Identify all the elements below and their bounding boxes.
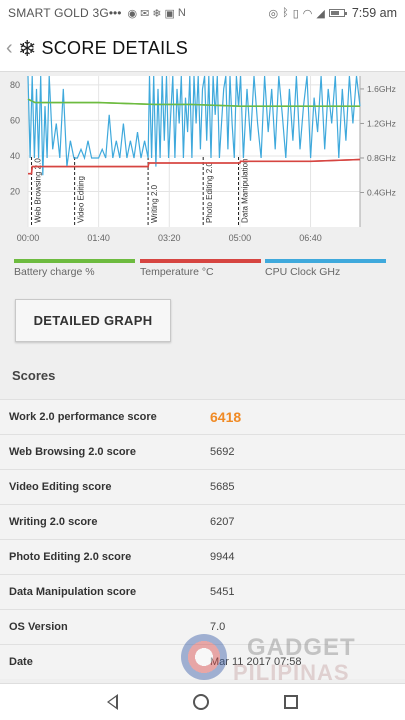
section-marker-label: Video Editing	[77, 176, 86, 223]
page-title: SCORE DETAILS	[41, 38, 189, 58]
y-right-tick-label: 1.6GHz	[367, 84, 396, 94]
watermark-logo	[181, 634, 227, 680]
nav-home-icon[interactable]	[192, 694, 209, 710]
y-right-tick-label: 1.2GHz	[367, 118, 396, 128]
performance-graph[interactable]: 00:00 01:40 03:20 05:00 06:40 80 60 40 20 1.6GHz 1…	[0, 72, 405, 252]
score-label: Data Manipulation score	[9, 586, 137, 598]
y-right-tick-label: 0.4GHz	[367, 187, 396, 197]
scores-heading: Scores	[12, 368, 56, 383]
watermark: GADGET PILIPINAS	[181, 632, 371, 687]
score-value: 5692	[210, 446, 235, 458]
legend-item-cpu: CPU Clock GHz	[265, 259, 386, 278]
section-marker-label: Web Browsing 2.0	[34, 158, 43, 223]
score-row-photo-editing: Photo Editing 2.0 score 9944	[0, 539, 405, 574]
score-value: 6207	[210, 516, 235, 528]
legend-swatch-cpu	[265, 259, 386, 263]
carrier-dots: •••	[108, 6, 122, 20]
score-label: Date	[9, 656, 33, 668]
legend-label-cpu: CPU Clock GHz	[265, 266, 341, 278]
snowflake-icon: ❄	[152, 7, 162, 20]
score-value: 6418	[210, 409, 242, 425]
watermark-line1: GADGET	[247, 634, 356, 661]
x-tick-label: 05:00	[229, 233, 252, 243]
wifi-icon: ◠	[302, 7, 313, 20]
system-icons: ◎ ᛒ ▯ ◠ ◢ 7:59 am	[268, 6, 397, 20]
notification-icons: ◉ ✉ ❄ ▣ N	[127, 7, 185, 20]
section-marker-label: Data Manipulation	[241, 159, 250, 223]
score-row-video-editing: Video Editing score 5685	[0, 469, 405, 504]
legend-swatch-temperature	[140, 259, 261, 263]
app-bar: ‹ ❄ SCORE DETAILS	[0, 26, 405, 72]
battery-icon	[328, 9, 347, 17]
signal-icon: ◢	[316, 7, 325, 20]
x-tick-label: 01:40	[87, 233, 110, 243]
score-label: Photo Editing 2.0 score	[9, 551, 132, 563]
carrier-name: SMART GOLD 3G	[8, 6, 109, 20]
score-label: Web Browsing 2.0 score	[9, 446, 136, 458]
y-left-tick-label: 60	[10, 115, 20, 125]
score-row-data-manipulation: Data Manipulation score 5451	[0, 574, 405, 609]
clock: 7:59 am	[351, 6, 397, 20]
image-icon: ▣	[164, 7, 175, 20]
legend-label-battery: Battery charge %	[14, 266, 95, 278]
section-marker-label: Writing 2.0	[150, 184, 159, 223]
x-tick-label: 03:20	[158, 233, 181, 243]
score-value: 5451	[210, 586, 235, 598]
y-left-tick-label: 40	[10, 151, 20, 161]
bluetooth-icon: ᛒ	[282, 7, 289, 19]
system-nav-bar	[0, 683, 405, 720]
y-left-tick-label: 80	[10, 80, 20, 90]
status-bar: SMART GOLD 3G ••• ◉ ✉ ❄ ▣ N ◎ ᛒ ▯ ◠ ◢ 7:…	[0, 0, 405, 26]
chart-legend: Battery charge % Temperature °C CPU Cloc…	[0, 259, 405, 281]
score-row-web-browsing: Web Browsing 2.0 score 5692	[0, 434, 405, 469]
score-label: Work 2.0 performance score	[9, 411, 157, 423]
score-row-writing: Writing 2.0 score 6207	[0, 504, 405, 539]
vibrate-icon: ▯	[292, 7, 299, 20]
y-left-tick-label: 20	[10, 186, 20, 196]
n-icon: N	[177, 6, 186, 19]
legend-item-temperature: Temperature °C	[140, 259, 261, 278]
y-right-tick-label: 0.8GHz	[367, 153, 396, 163]
mail-icon: ✉	[140, 7, 150, 20]
score-label: Video Editing score	[9, 481, 112, 493]
app-snowflake-icon: ❄	[18, 35, 37, 61]
detailed-graph-button[interactable]: DETAILED GRAPH	[15, 299, 171, 342]
x-tick-label: 00:00	[17, 233, 40, 243]
section-marker-label: Photo Editing 2.0	[205, 162, 214, 223]
back-chevron-icon[interactable]: ‹	[6, 37, 16, 60]
legend-item-battery: Battery charge %	[14, 259, 135, 278]
score-label: Writing 2.0 score	[9, 516, 98, 528]
legend-label-temperature: Temperature °C	[140, 266, 214, 278]
score-value: 9944	[210, 551, 235, 563]
hotspot-icon: ◎	[268, 7, 279, 20]
x-tick-label: 06:40	[299, 233, 322, 243]
nav-recents-icon[interactable]	[283, 695, 298, 709]
chart-svg: 00:00 01:40 03:20 05:00 06:40 80 60 40 20 1.6GHz 1…	[10, 75, 396, 243]
messenger-icon: ◉	[127, 7, 138, 20]
score-label: OS Version	[9, 621, 68, 633]
nav-back-icon[interactable]	[107, 694, 119, 710]
legend-swatch-battery	[14, 259, 135, 263]
score-value: 5685	[210, 481, 235, 493]
score-row-work: Work 2.0 performance score 6418	[0, 399, 405, 434]
